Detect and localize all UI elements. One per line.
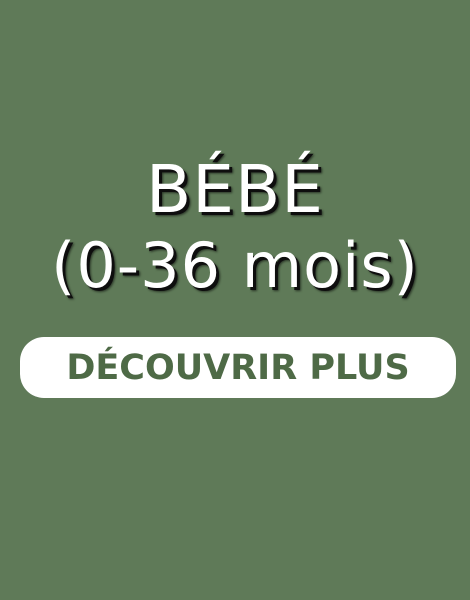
category-banner[interactable]: BÉBÉ (0-36 mois) DÉCOUVRIR PLUS <box>0 0 470 600</box>
discover-more-button[interactable]: DÉCOUVRIR PLUS <box>20 337 456 398</box>
age-range-subtitle: (0-36 mois) <box>51 229 419 302</box>
discover-more-label: DÉCOUVRIR PLUS <box>66 347 410 388</box>
category-title: BÉBÉ <box>146 151 324 228</box>
